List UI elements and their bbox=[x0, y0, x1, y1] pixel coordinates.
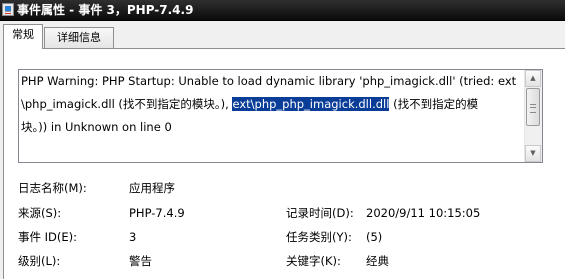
keywords-label: 关键字(K): bbox=[286, 254, 341, 268]
event-id-label: 事件 ID(E): bbox=[18, 230, 78, 244]
scrollbar-grip-icon bbox=[530, 104, 536, 113]
message-line-3: 块。)) in Unknown on line 0 bbox=[21, 120, 172, 134]
source-label: 来源(S): bbox=[18, 206, 62, 220]
event-id-value: 3 bbox=[129, 230, 137, 244]
selected-text: ext\php_php_imagick.dll.dll bbox=[232, 97, 390, 111]
message-line-2-end: (找不到指定的模 bbox=[389, 97, 479, 111]
log-name-label: 日志名称(M): bbox=[18, 181, 87, 195]
scroll-up-arrow-icon[interactable]: ▲ bbox=[525, 70, 541, 87]
event-message-text[interactable]: PHP Warning: PHP Startup: Unable to load… bbox=[21, 70, 527, 139]
message-line-2: \php_imagick.dll (找不到指定的模块。), ext\php_ph… bbox=[21, 93, 527, 116]
event-viewer-icon bbox=[2, 3, 14, 16]
task-category-value: (5) bbox=[366, 230, 383, 244]
log-name-value: 应用程序 bbox=[129, 181, 175, 195]
keywords-value: 经典 bbox=[366, 254, 389, 268]
level-value: 警告 bbox=[129, 254, 152, 268]
message-line-2-start: \php_imagick.dll (找不到指定的模块。), bbox=[21, 97, 233, 111]
scroll-down-arrow-icon[interactable]: ▼ bbox=[525, 145, 541, 162]
tab-general[interactable]: 常规 bbox=[3, 24, 43, 49]
message-line-1: PHP Warning: PHP Startup: Unable to load… bbox=[21, 74, 517, 88]
title-bar[interactable]: 事件属性 - 事件 3，PHP-7.4.9 bbox=[0, 0, 565, 21]
source-value: PHP-7.4.9 bbox=[129, 206, 185, 220]
level-label: 级别(L): bbox=[18, 254, 61, 268]
task-category-label: 任务类别(Y): bbox=[286, 230, 352, 244]
logged-value: 2020/9/11 10:15:05 bbox=[366, 206, 481, 220]
message-scrollbar[interactable]: ▲ ▼ bbox=[524, 70, 542, 162]
event-message-textbox[interactable]: PHP Warning: PHP Startup: Unable to load… bbox=[18, 69, 543, 163]
logged-label: 记录时间(D): bbox=[286, 206, 354, 220]
tab-details[interactable]: 详细信息 bbox=[44, 27, 114, 49]
window-title: 事件属性 - 事件 3，PHP-7.4.9 bbox=[17, 3, 194, 17]
scrollbar-thumb[interactable] bbox=[526, 88, 540, 126]
